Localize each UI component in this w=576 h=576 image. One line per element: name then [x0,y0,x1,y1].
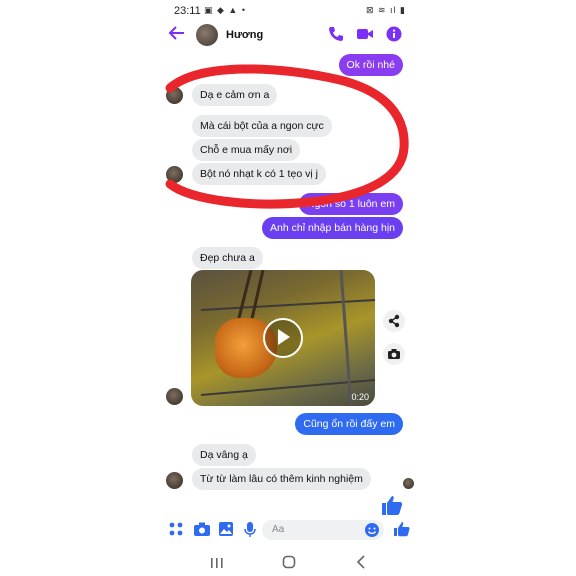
sender-avatar[interactable] [166,472,183,489]
sender-avatar[interactable] [166,87,183,104]
camera-icon[interactable] [383,343,405,365]
play-icon[interactable] [263,318,303,358]
sender-avatar[interactable] [166,166,183,183]
home-icon[interactable] [282,555,296,574]
message-incoming[interactable]: Dạ vâng ạ [192,444,256,467]
message-incoming[interactable]: Chỗ e mua mấy nơi [192,139,301,162]
info-icon[interactable] [386,26,404,44]
mic-icon[interactable] [243,521,261,539]
message-incoming[interactable]: Bột nó nhạt k có 1 tẹo vị j [192,163,326,186]
chat-header: Hương [160,22,418,50]
composer-bar: Aa [160,516,418,544]
status-system-icons: ⊠ ≋ ıl ▮ [365,5,406,15]
video-duration: 0:20 [351,392,369,402]
emoji-icon[interactable] [364,522,380,543]
seen-avatar [403,478,414,489]
contact-name[interactable]: Hương [226,29,263,41]
message-incoming[interactable]: Dạ e cảm ơn a [192,84,278,107]
message-outgoing[interactable]: Anh chỉ nhập bán hàng hịn [262,217,403,240]
video-attachment[interactable]: 0:20 [191,270,375,406]
camera-icon[interactable] [193,521,211,539]
nav-back-icon[interactable] [356,555,366,574]
thumbs-up-icon[interactable] [393,521,411,539]
message-outgoing[interactable]: Cũng ổn rồi đấy em [295,413,403,436]
message-incoming[interactable]: Đẹp chưa a [192,247,263,270]
message-outgoing[interactable]: Ngon số 1 luôn em [298,193,403,216]
recent-apps-icon[interactable] [210,556,224,574]
status-time: 23:11 [174,5,201,17]
status-bar: 23:11 ▣ ◆ ▲ • ⊠ ≋ ıl ▮ [160,0,418,22]
message-incoming[interactable]: Từ từ làm lâu có thêm kinh nghiệm [192,468,371,491]
apps-icon[interactable] [168,521,186,539]
contact-avatar[interactable] [196,24,218,46]
share-icon[interactable] [383,310,405,332]
status-notification-icons: ▣ ◆ ▲ • [204,5,246,15]
message-input-placeholder: Aa [272,524,285,535]
message-outgoing[interactable]: Ok rồi nhé [338,54,403,77]
message-incoming[interactable]: Mà cái bột của a ngon cực [192,115,332,138]
messenger-screen: 23:11 ▣ ◆ ▲ • ⊠ ≋ ıl ▮ Hương Ok rồi nhé … [160,0,418,576]
android-nav-bar [160,548,418,576]
photo-icon[interactable] [218,521,236,539]
message-input[interactable]: Aa [262,520,384,540]
sender-avatar[interactable] [166,388,183,405]
back-arrow-icon[interactable] [168,24,188,46]
video-camera-icon[interactable] [356,26,374,44]
phone-icon[interactable] [328,26,346,44]
